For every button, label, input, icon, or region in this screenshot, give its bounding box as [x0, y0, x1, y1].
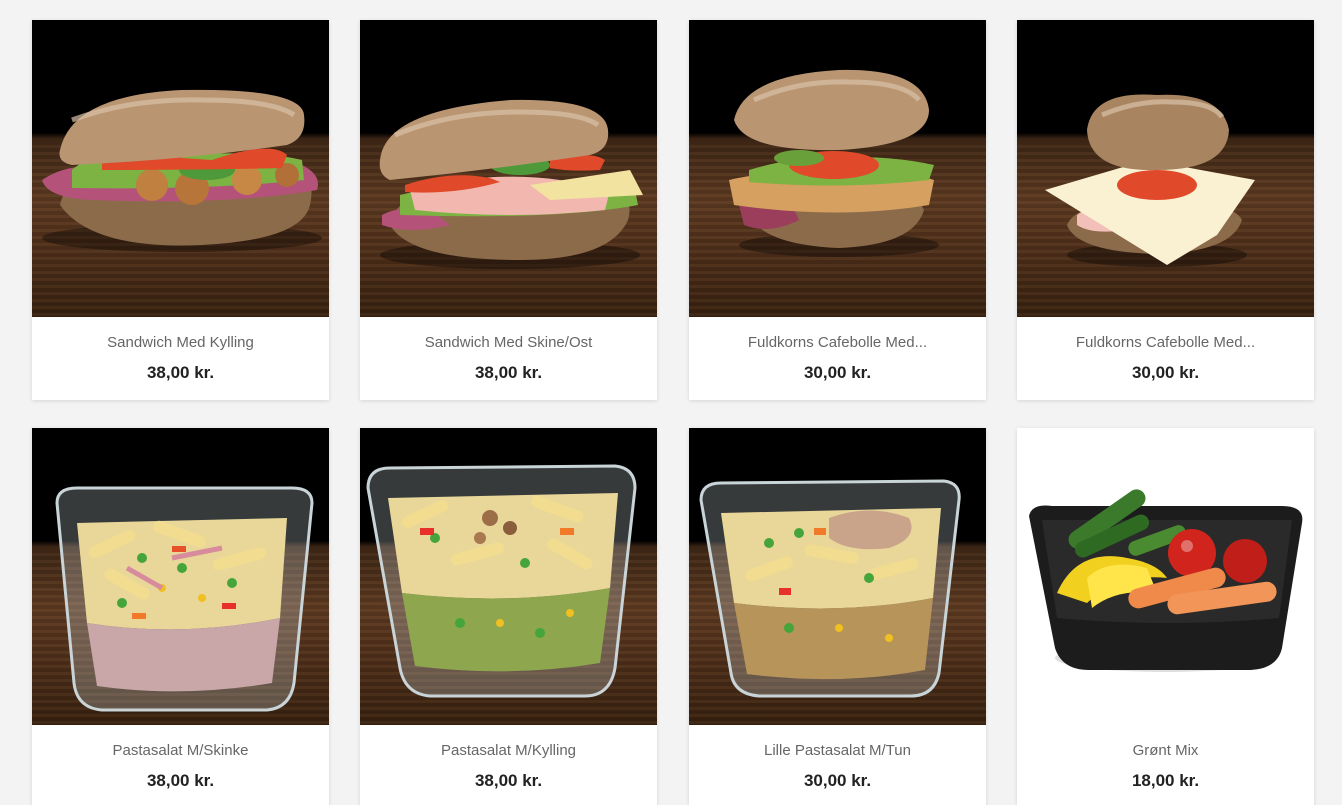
product-image-sandwich-ham-cheese[interactable] [360, 20, 657, 317]
product-info: Sandwich Med Skine/Ost 38,00 kr. [360, 317, 657, 400]
product-info: Grønt Mix 18,00 kr. [1017, 725, 1314, 805]
product-price: 30,00 kr. [1131, 363, 1200, 382]
product-card[interactable]: Lille Pastasalat M/Tun 30,00 kr. [689, 428, 986, 805]
product-name[interactable]: Fuldkorns Cafebolle Med... [1017, 317, 1314, 351]
product-info: Sandwich Med Kylling 38,00 kr. [32, 317, 329, 400]
product-price: 38,00 kr. [474, 771, 543, 790]
product-name[interactable]: Grønt Mix [1017, 725, 1314, 759]
product-name[interactable]: Fuldkorns Cafebolle Med... [689, 317, 986, 351]
product-name[interactable]: Pastasalat M/Skinke [32, 725, 329, 759]
product-image-wholegrain-bun-cheese[interactable] [1017, 20, 1314, 317]
product-image-pasta-salad-chicken[interactable] [360, 428, 657, 725]
product-image-wholegrain-bun-chicken[interactable] [689, 20, 986, 317]
product-image-pasta-salad-ham[interactable] [32, 428, 329, 725]
product-price: 30,00 kr. [803, 363, 872, 382]
product-name[interactable]: Lille Pastasalat M/Tun [689, 725, 986, 759]
product-card[interactable]: Fuldkorns Cafebolle Med... 30,00 kr. [689, 20, 986, 400]
product-name[interactable]: Sandwich Med Kylling [32, 317, 329, 351]
product-grid: Sandwich Med Kylling 38,00 kr. Sandwich … [0, 0, 1342, 805]
product-info: Pastasalat M/Kylling 38,00 kr. [360, 725, 657, 805]
product-name[interactable]: Sandwich Med Skine/Ost [360, 317, 657, 351]
product-info: Lille Pastasalat M/Tun 30,00 kr. [689, 725, 986, 805]
product-price: 38,00 kr. [474, 363, 543, 382]
product-image-green-mix-vegetables[interactable] [1017, 428, 1314, 725]
product-info: Pastasalat M/Skinke 38,00 kr. [32, 725, 329, 805]
product-price: 38,00 kr. [146, 771, 215, 790]
product-info: Fuldkorns Cafebolle Med... 30,00 kr. [689, 317, 986, 400]
product-info: Fuldkorns Cafebolle Med... 30,00 kr. [1017, 317, 1314, 400]
product-name[interactable]: Pastasalat M/Kylling [360, 725, 657, 759]
product-card[interactable]: Pastasalat M/Kylling 38,00 kr. [360, 428, 657, 805]
product-image-small-pasta-salad-tuna[interactable] [689, 428, 986, 725]
product-price: 38,00 kr. [146, 363, 215, 382]
product-card[interactable]: Grønt Mix 18,00 kr. [1017, 428, 1314, 805]
product-card[interactable]: Fuldkorns Cafebolle Med... 30,00 kr. [1017, 20, 1314, 400]
product-price: 18,00 kr. [1131, 771, 1200, 790]
product-card[interactable]: Sandwich Med Kylling 38,00 kr. [32, 20, 329, 400]
product-price: 30,00 kr. [803, 771, 872, 790]
product-card[interactable]: Pastasalat M/Skinke 38,00 kr. [32, 428, 329, 805]
product-image-sandwich-chicken[interactable] [32, 20, 329, 317]
product-card[interactable]: Sandwich Med Skine/Ost 38,00 kr. [360, 20, 657, 400]
